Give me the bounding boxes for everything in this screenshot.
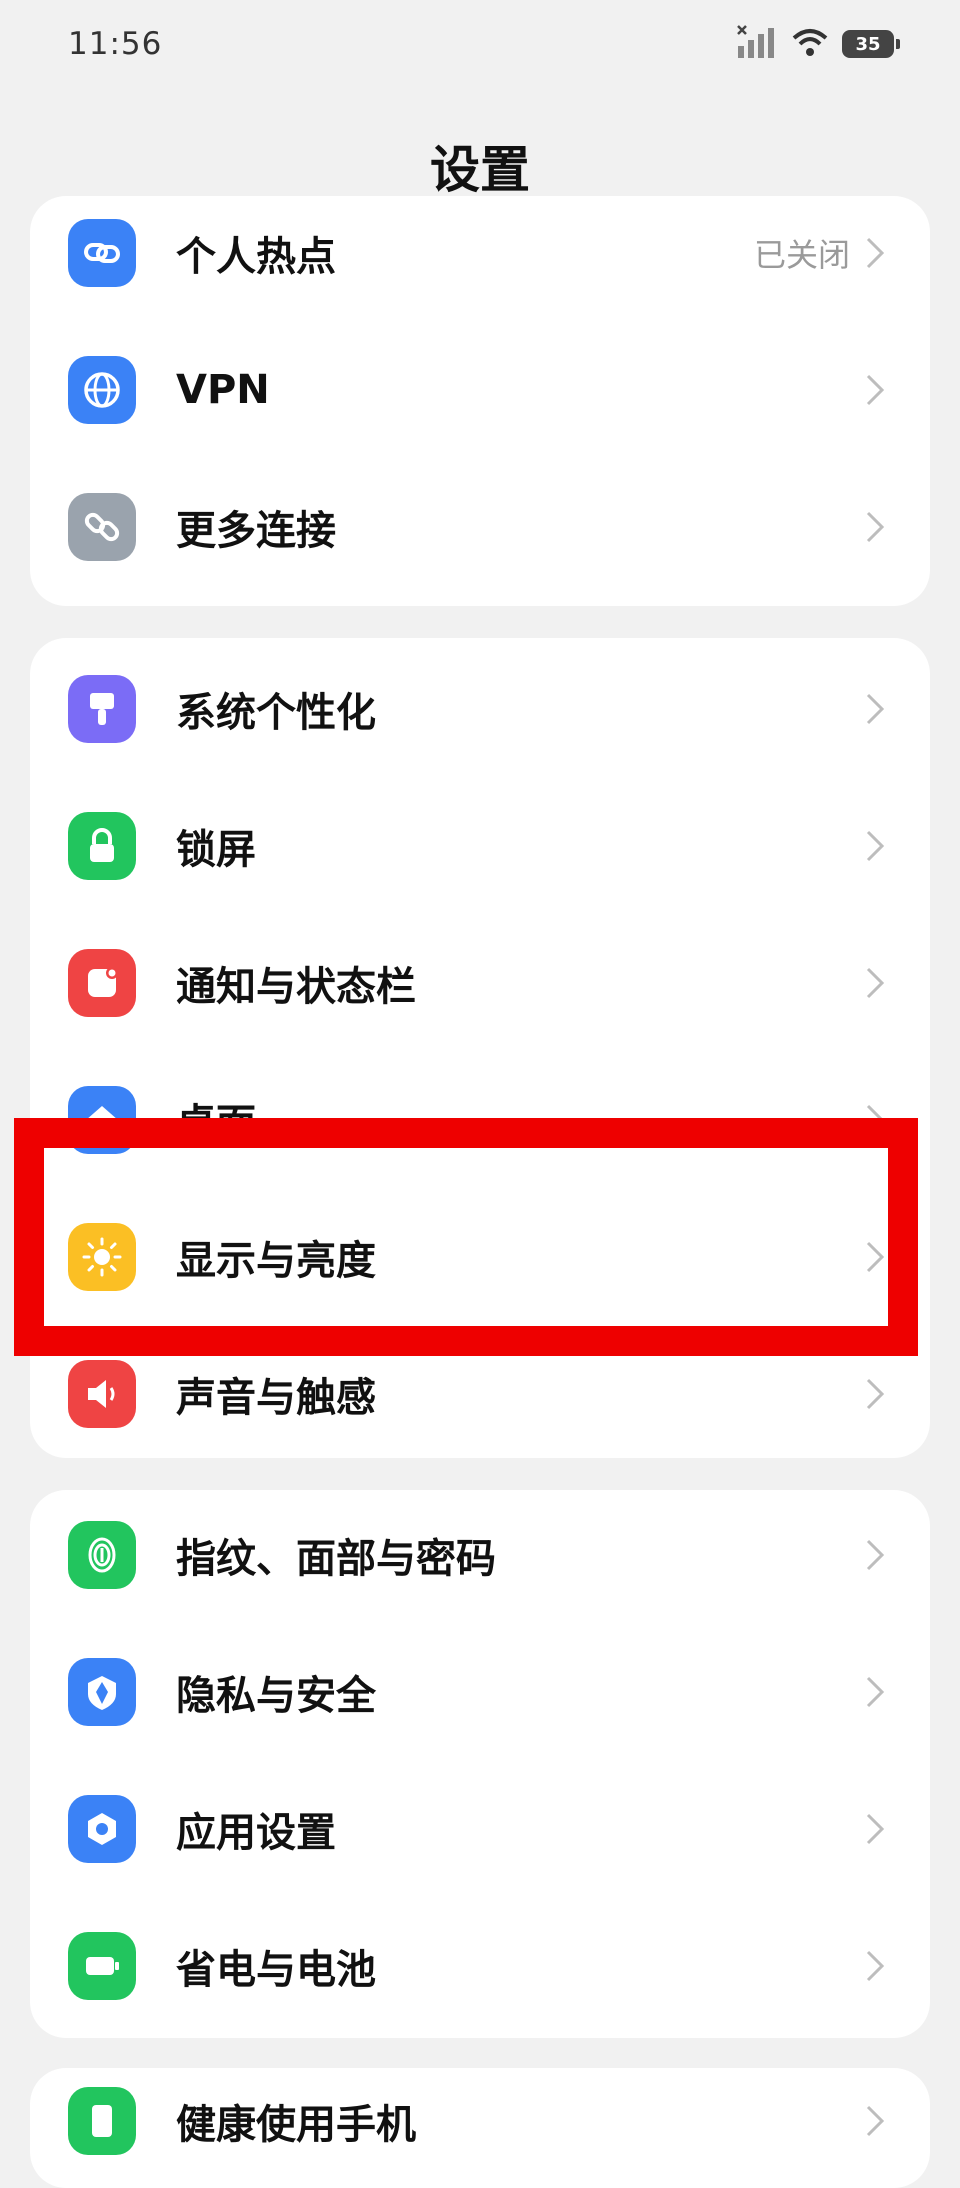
settings-item-label: 更多连接 (176, 507, 336, 554)
settings-item-sound-haptics[interactable]: 声音与触感 (30, 1325, 930, 1458)
settings-item-label: 指纹、面部与密码 (176, 1535, 496, 1582)
settings-item-notifications[interactable]: 通知与状态栏 (30, 914, 930, 1051)
chevron-right-icon (862, 233, 888, 273)
wifi-icon (790, 26, 830, 62)
settings-item-vpn[interactable]: VPN (30, 321, 930, 458)
signal-icon (736, 24, 778, 64)
battery-indicator: 35 (842, 30, 900, 58)
settings-item-digital-wellbeing[interactable]: 健康使用手机 (30, 2068, 930, 2188)
settings-item-label: 系统个性化 (176, 689, 376, 736)
chevron-right-icon (862, 1237, 888, 1277)
home-icon (68, 1085, 136, 1154)
settings-group-security: 指纹、面部与密码 隐私与安全 应用设置 省电与电池 (30, 1490, 930, 2038)
hourglass-icon (68, 2086, 136, 2155)
chevron-right-icon (862, 1946, 888, 1986)
settings-item-desktop[interactable]: 桌面 (30, 1051, 930, 1188)
speaker-icon (68, 1359, 136, 1428)
chevron-right-icon (862, 689, 888, 729)
settings-item-personalization[interactable]: 系统个性化 (30, 640, 930, 777)
notification-icon (68, 948, 136, 1017)
sun-icon (68, 1222, 136, 1291)
settings-item-label: 健康使用手机 (176, 2101, 416, 2148)
settings-item-power-battery[interactable]: 省电与电池 (30, 1897, 930, 2034)
chevron-right-icon (862, 1535, 888, 1575)
settings-item-label: 桌面 (176, 1100, 256, 1147)
chevron-right-icon (862, 1100, 888, 1140)
chevron-right-icon (862, 2101, 888, 2141)
lock-icon (68, 811, 136, 880)
status-icons: 35 (736, 24, 900, 64)
settings-item-label: 省电与电池 (176, 1946, 376, 1993)
shield-icon (68, 1657, 136, 1726)
chevron-right-icon (862, 370, 888, 410)
settings-item-display-brightness[interactable]: 显示与亮度 (30, 1188, 930, 1325)
settings-group-connectivity: 个人热点 已关闭 VPN 更多连接 (30, 196, 930, 606)
settings-item-label: 个人热点 (176, 233, 336, 280)
chevron-right-icon (862, 1809, 888, 1849)
settings-group-personalization: 系统个性化 锁屏 通知与状态栏 桌面 显示与亮度 声音与触感 (30, 638, 930, 1458)
chevron-right-icon (862, 1374, 888, 1414)
settings-item-more-connections[interactable]: 更多连接 (30, 458, 930, 595)
battery-icon (68, 1931, 136, 2000)
settings-item-label: 锁屏 (176, 826, 256, 873)
settings-item-app-settings[interactable]: 应用设置 (30, 1760, 930, 1897)
settings-item-hotspot[interactable]: 个人热点 已关闭 (30, 196, 930, 321)
settings-item-label: 声音与触感 (176, 1374, 376, 1421)
chevron-right-icon (862, 1672, 888, 1712)
chevron-right-icon (862, 507, 888, 547)
status-bar: 11:56 35 (0, 0, 960, 96)
chevron-right-icon (862, 826, 888, 866)
settings-item-label: VPN (176, 366, 270, 413)
settings-item-label: 隐私与安全 (176, 1672, 376, 1719)
settings-item-value: 已关闭 (753, 235, 850, 274)
status-time: 11:56 (68, 26, 163, 62)
hotspot-icon (68, 218, 136, 287)
settings-item-label: 显示与亮度 (176, 1237, 376, 1284)
chevron-right-icon (862, 963, 888, 1003)
link-icon (68, 492, 136, 561)
brush-icon (68, 674, 136, 743)
page-title: 设置 (430, 141, 530, 199)
settings-item-lockscreen[interactable]: 锁屏 (30, 777, 930, 914)
settings-item-label: 通知与状态栏 (176, 963, 416, 1010)
fingerprint-icon (68, 1520, 136, 1589)
settings-item-label: 应用设置 (176, 1809, 336, 1856)
settings-item-fingerprint-face-password[interactable]: 指纹、面部与密码 (30, 1490, 930, 1623)
hexagon-icon (68, 1794, 136, 1863)
globe-icon (68, 355, 136, 424)
settings-group-wellbeing: 健康使用手机 (30, 2068, 930, 2188)
settings-item-privacy-security[interactable]: 隐私与安全 (30, 1623, 930, 1760)
